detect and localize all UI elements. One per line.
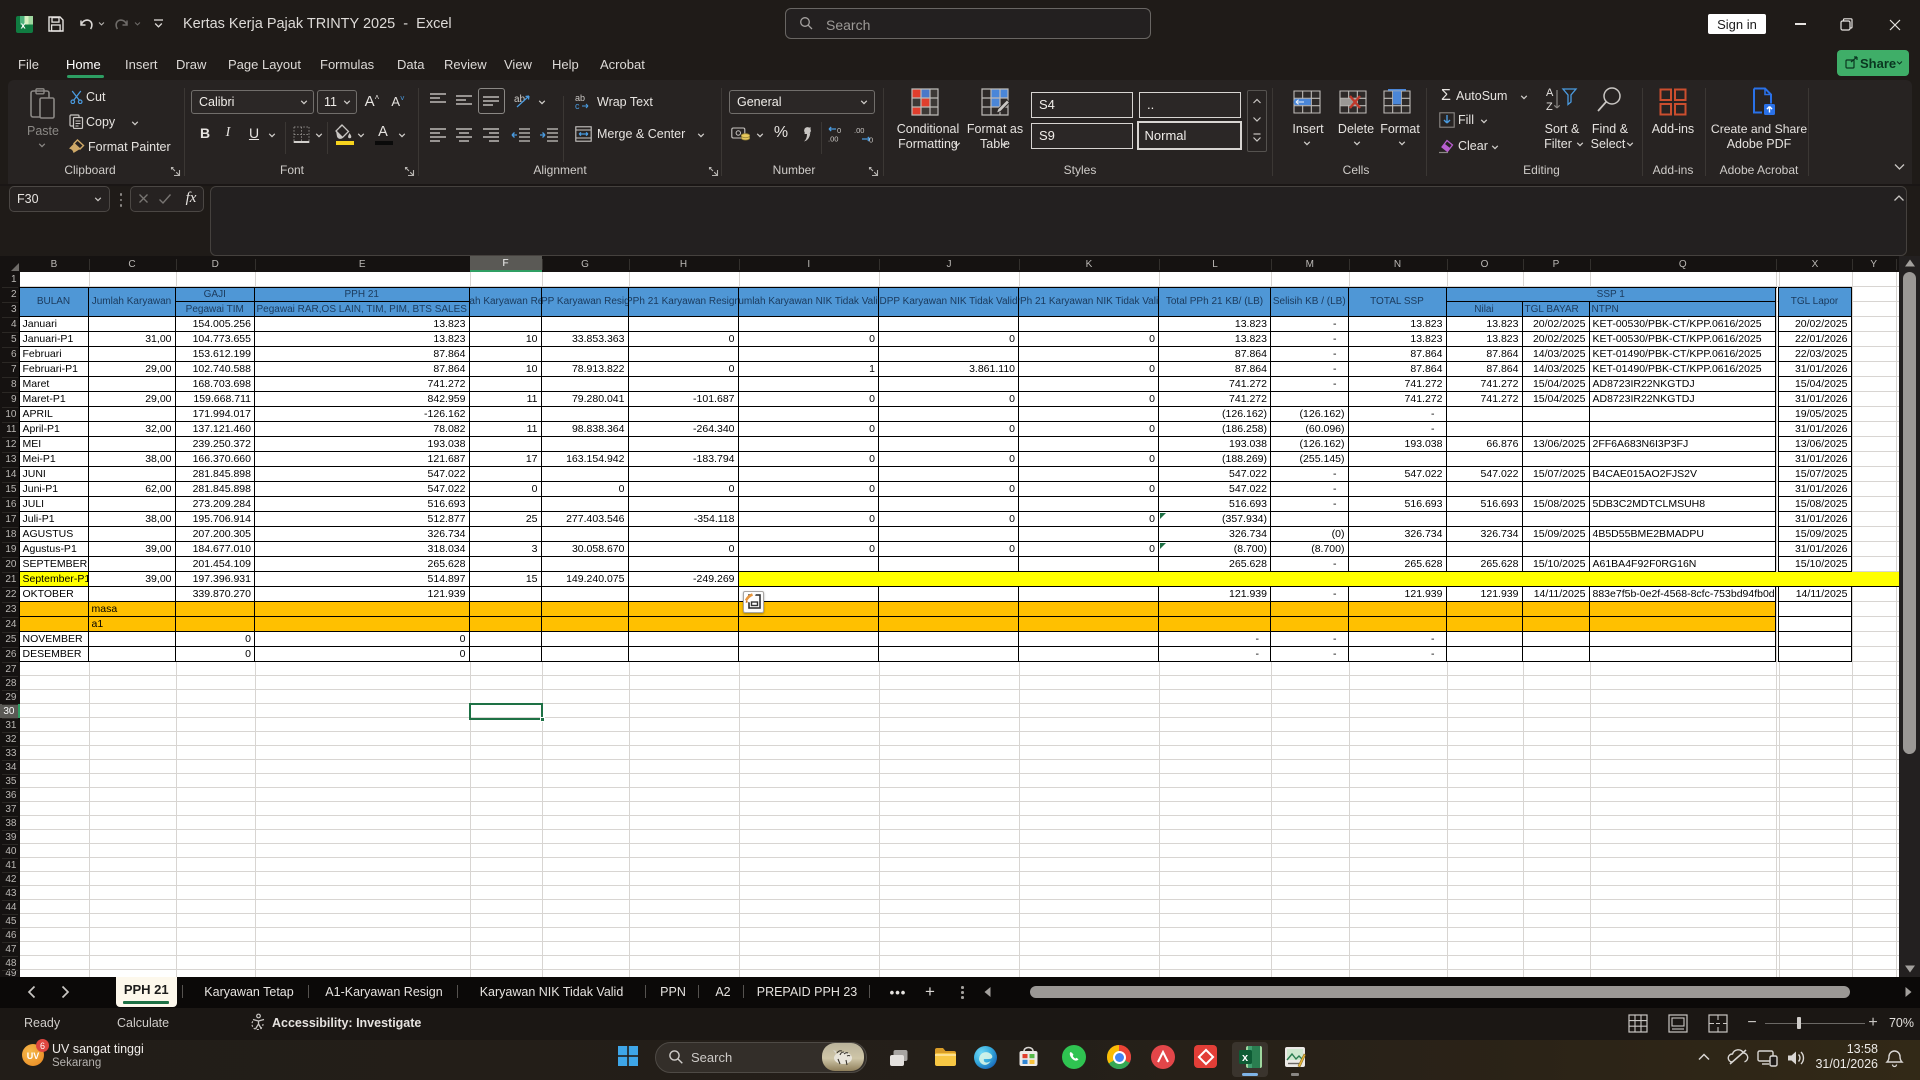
svg-text:ab: ab: [514, 94, 526, 105]
svg-text:.00: .00: [828, 135, 838, 144]
svg-text:.00: .00: [854, 126, 864, 135]
svg-text:A: A: [1546, 87, 1554, 99]
svg-text:x: x: [1242, 1052, 1249, 1064]
svg-text:c: c: [575, 101, 580, 110]
svg-text:Z: Z: [1546, 101, 1553, 113]
svg-text:0: 0: [869, 136, 873, 144]
svg-text:x: x: [21, 21, 26, 31]
